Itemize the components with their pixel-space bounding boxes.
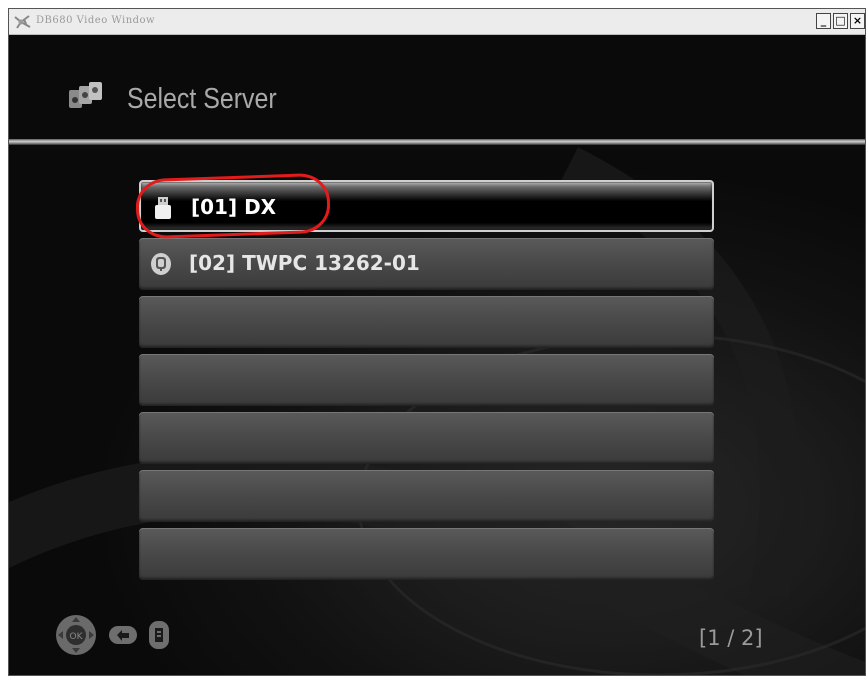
back-arrow-icon[interactable]: [108, 625, 138, 645]
server-item-02[interactable]: [02] TWPC 13262-01: [139, 238, 714, 290]
minimize-button[interactable]: _: [816, 13, 831, 29]
server-cluster-icon: [69, 82, 102, 108]
server-item-01[interactable]: [01] DX: [139, 180, 714, 232]
page-title: Select Server: [127, 83, 277, 115]
media-player-screen: Select Server [01] DX [02] TWPC 13262-01…: [9, 35, 865, 675]
server-item-empty[interactable]: [139, 354, 714, 406]
server-label: [02] TWPC 13262-01: [189, 251, 420, 275]
svg-text:OK: OK: [70, 632, 84, 642]
server-item-empty[interactable]: [139, 412, 714, 464]
maximize-button[interactable]: □: [833, 13, 848, 29]
footer-controls: OK: [54, 613, 170, 657]
remote-control-ok-icon[interactable]: OK: [54, 613, 98, 657]
video-window: DB680 Video Window _ □ × Select Server […: [8, 8, 866, 676]
header-divider: [9, 139, 865, 145]
app-icon: [14, 15, 31, 29]
page-indicator: [1 / 2]: [699, 626, 763, 650]
network-pc-icon: [151, 253, 171, 275]
usb-drive-icon: [155, 197, 171, 219]
close-button[interactable]: ×: [850, 13, 865, 29]
server-item-empty[interactable]: [139, 470, 714, 522]
server-item-empty[interactable]: [139, 296, 714, 348]
server-item-empty[interactable]: [139, 528, 714, 580]
window-title: DB680 Video Window: [36, 15, 156, 26]
title-bar[interactable]: DB680 Video Window _ □ ×: [9, 9, 865, 35]
server-label: [01] DX: [191, 195, 277, 219]
refresh-icon[interactable]: [148, 620, 170, 650]
